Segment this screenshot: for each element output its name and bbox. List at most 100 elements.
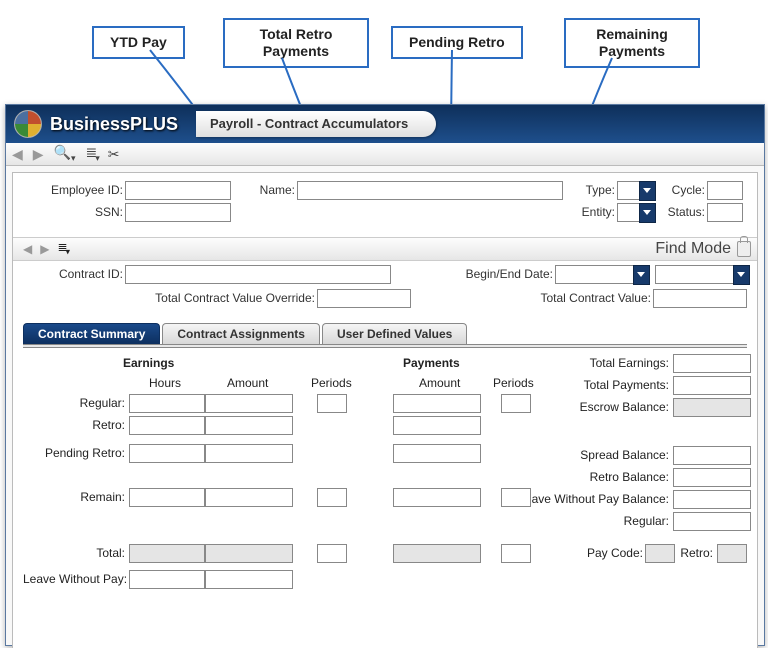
callout-remaining-payments: Remaining Payments bbox=[564, 18, 700, 68]
nav-prev-button[interactable]: ◀ bbox=[12, 146, 23, 163]
regular-label: Regular: bbox=[23, 396, 125, 410]
form-panel: Employee ID: Name: Type: Cycle: SSN: Ent… bbox=[12, 172, 758, 648]
callout-pending-retro: Pending Retro bbox=[391, 26, 523, 59]
pending-retro-amount-e-input[interactable] bbox=[205, 444, 293, 463]
tab-contract-summary[interactable]: Contract Summary bbox=[23, 323, 160, 344]
col-amount-p: Amount bbox=[419, 376, 460, 390]
col-amount-e: Amount bbox=[227, 376, 268, 390]
regular-periods-p-input[interactable] bbox=[501, 394, 531, 413]
cut-icon[interactable]: ✂ bbox=[108, 146, 120, 163]
status-input[interactable] bbox=[707, 203, 743, 222]
retro-hours-input[interactable] bbox=[129, 416, 205, 435]
escrow-balance-label: Escrow Balance: bbox=[543, 400, 669, 414]
remain-amount-p-input[interactable] bbox=[393, 488, 481, 507]
contract-section: Contract ID: Begin/End Date: Total Contr… bbox=[23, 265, 747, 323]
spread-balance-input[interactable] bbox=[673, 446, 751, 465]
retro-balance-label: Retro Balance: bbox=[543, 470, 669, 484]
sub-toolbar: ◀ ▶ ≣▾ Find Mode bbox=[13, 237, 757, 261]
remain-amount-e-input[interactable] bbox=[205, 488, 293, 507]
remain-periods-e-input[interactable] bbox=[317, 488, 347, 507]
total-label: Total: bbox=[23, 546, 125, 560]
lwop-amount-e-input[interactable] bbox=[205, 570, 293, 589]
begin-date-dropdown[interactable] bbox=[633, 265, 650, 285]
employee-id-input[interactable] bbox=[125, 181, 231, 200]
lwop-balance-label: Leave Without Pay Balance: bbox=[513, 492, 669, 506]
nav-next-button[interactable]: ▶ bbox=[33, 146, 44, 163]
type-label: Type: bbox=[579, 183, 615, 197]
spread-balance-label: Spread Balance: bbox=[543, 448, 669, 462]
find-mode-label: Find Mode bbox=[655, 240, 731, 258]
total-amount-e-input bbox=[205, 544, 293, 563]
sub-list-icon[interactable]: ≣▾ bbox=[57, 240, 68, 257]
lwop-label: Leave Without Pay: bbox=[23, 572, 125, 586]
cycle-input[interactable] bbox=[707, 181, 743, 200]
end-date-input[interactable] bbox=[655, 265, 737, 284]
pay-code-label: Pay Code: bbox=[583, 546, 643, 560]
employee-id-label: Employee ID: bbox=[23, 183, 123, 197]
total-payments-label: Total Payments: bbox=[543, 378, 669, 392]
sub-next-button[interactable]: ▶ bbox=[40, 242, 49, 256]
ssn-input[interactable] bbox=[125, 203, 231, 222]
pending-retro-hours-input[interactable] bbox=[129, 444, 205, 463]
list-icon[interactable]: ≣▾ bbox=[86, 144, 98, 164]
name-input[interactable] bbox=[297, 181, 563, 200]
total-contract-value-label: Total Contract Value: bbox=[523, 291, 651, 305]
pay-code-input bbox=[645, 544, 675, 563]
regular-periods-e-input[interactable] bbox=[317, 394, 347, 413]
entity-label: Entity: bbox=[579, 205, 615, 219]
retro2-input bbox=[717, 544, 747, 563]
callout-total-retro-payments: Total Retro Payments bbox=[223, 18, 369, 68]
retro-balance-input[interactable] bbox=[673, 468, 751, 487]
total-periods-e-input[interactable] bbox=[317, 544, 347, 563]
total-earnings-label: Total Earnings: bbox=[543, 356, 669, 370]
search-icon[interactable]: 🔍▾ bbox=[54, 144, 76, 164]
regular-hours-input[interactable] bbox=[129, 394, 205, 413]
earnings-header: Earnings bbox=[123, 356, 174, 370]
retro-amount-p-input[interactable] bbox=[393, 416, 481, 435]
type-dropdown[interactable] bbox=[639, 181, 656, 201]
total-amount-p-input bbox=[393, 544, 481, 563]
tabs: Contract Summary Contract Assignments Us… bbox=[23, 323, 747, 344]
app-brand: BusinessPLUS bbox=[50, 114, 178, 135]
total-contract-value-input[interactable] bbox=[653, 289, 747, 308]
page-title: Payroll - Contract Accumulators bbox=[196, 111, 436, 137]
employee-section: Employee ID: Name: Type: Cycle: SSN: Ent… bbox=[23, 181, 747, 233]
app-window: BusinessPLUS Payroll - Contract Accumula… bbox=[5, 104, 765, 646]
sub-prev-button[interactable]: ◀ bbox=[23, 242, 32, 256]
end-date-dropdown[interactable] bbox=[733, 265, 750, 285]
contract-id-input[interactable] bbox=[125, 265, 391, 284]
total-earnings-input[interactable] bbox=[673, 354, 751, 373]
tab-contract-assignments[interactable]: Contract Assignments bbox=[162, 323, 320, 344]
unlock-icon[interactable] bbox=[737, 241, 751, 257]
col-periods-p: Periods bbox=[493, 376, 534, 390]
remain-hours-input[interactable] bbox=[129, 488, 205, 507]
regular-amount-e-input[interactable] bbox=[205, 394, 293, 413]
override-input[interactable] bbox=[317, 289, 411, 308]
retro2-label: Retro: bbox=[677, 546, 713, 560]
pending-retro-label: Pending Retro: bbox=[23, 446, 125, 460]
main-toolbar: ◀ ▶ 🔍▾ ≣▾ ✂ bbox=[6, 143, 764, 166]
total-hours-input bbox=[129, 544, 205, 563]
ssn-label: SSN: bbox=[23, 205, 123, 219]
lwop-balance-input[interactable] bbox=[673, 490, 751, 509]
regular2-input[interactable] bbox=[673, 512, 751, 531]
total-payments-input[interactable] bbox=[673, 376, 751, 395]
total-periods-p-input[interactable] bbox=[501, 544, 531, 563]
name-label: Name: bbox=[251, 183, 295, 197]
status-label: Status: bbox=[665, 205, 705, 219]
remain-label: Remain: bbox=[23, 490, 125, 504]
app-logo bbox=[14, 110, 42, 138]
tab-user-defined-values[interactable]: User Defined Values bbox=[322, 323, 467, 344]
lwop-hours-input[interactable] bbox=[129, 570, 205, 589]
regular2-label: Regular: bbox=[543, 514, 669, 528]
begin-date-input[interactable] bbox=[555, 265, 637, 284]
remain-periods-p-input[interactable] bbox=[501, 488, 531, 507]
entity-dropdown[interactable] bbox=[639, 203, 656, 223]
cycle-label: Cycle: bbox=[665, 183, 705, 197]
regular-amount-p-input[interactable] bbox=[393, 394, 481, 413]
tab-underline bbox=[23, 344, 747, 348]
begin-end-date-label: Begin/End Date: bbox=[443, 267, 553, 281]
retro-amount-e-input[interactable] bbox=[205, 416, 293, 435]
pending-retro-amount-p-input[interactable] bbox=[393, 444, 481, 463]
col-periods-e: Periods bbox=[311, 376, 352, 390]
